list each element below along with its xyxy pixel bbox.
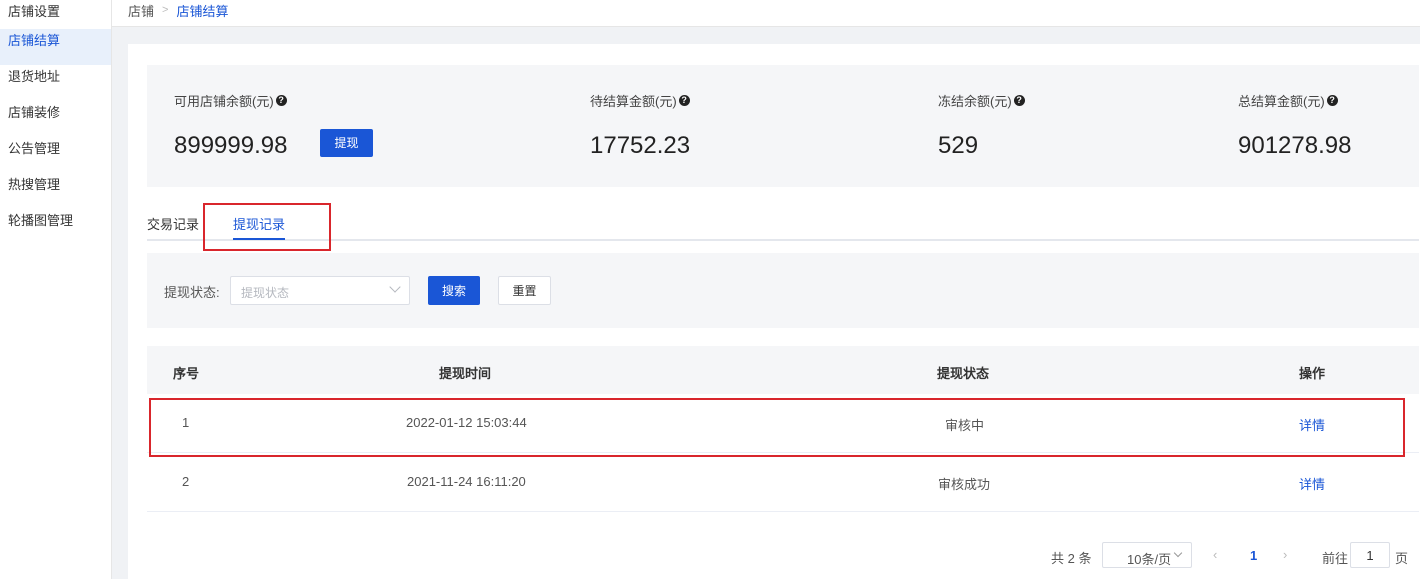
column-header-time: 提现时间 [439,366,492,381]
stat-available-value: 899999.98 [174,132,288,159]
tab-withdraw-records[interactable]: 提现记录 [233,214,285,233]
table-row: 1 2022-01-12 15:03:44 审核中 详情 [147,394,1419,453]
cell-status: 审核成功 [938,477,991,492]
stat-frozen-balance: 冻结余额(元) ? 529 [938,91,1025,160]
details-link[interactable]: 详情 [1299,474,1325,493]
filter-bar: 提现状态: 提现状态 搜索 重置 [147,253,1419,328]
stat-available-balance: 可用店铺余额(元) ? 899999.98 [174,91,287,160]
cell-index: 1 [182,415,190,430]
sidebar-item-store-settings[interactable]: 店铺设置 [0,0,111,29]
pagination-total: 共 2 条 [1051,551,1092,566]
prev-page-button[interactable]: ‹ [1213,547,1217,562]
stat-frozen-label: 冻结余额(元) [938,94,1012,109]
question-circle-icon[interactable]: ? [678,95,690,106]
status-select[interactable]: 提现状态 [230,276,410,305]
records-tabs: 交易记录 提现记录 [147,204,1419,241]
sidebar-item-carousel[interactable]: 轮播图管理 [0,209,111,245]
cell-time: 2022-01-12 15:03:44 [406,415,527,430]
cell-time: 2021-11-24 16:11:20 [407,474,526,489]
main-content: 可用店铺余额(元) ? 899999.98 提现 待结算金额(元) ? 1775… [128,44,1420,579]
active-tab-indicator [233,238,285,240]
question-circle-icon[interactable]: ? [1013,95,1025,106]
breadcrumb-separator: > [162,4,169,16]
page-size-select[interactable]: 10条/页 [1102,542,1192,568]
cell-status: 审核中 [945,418,985,433]
chevron-down-icon [389,281,401,293]
chevron-down-icon [1173,548,1183,558]
sidebar-item-store-decoration[interactable]: 店铺装修 [0,101,111,137]
sidebar-item-store-settlement[interactable]: 店铺结算 [0,29,111,65]
status-filter-label: 提现状态: [164,285,220,300]
stat-total-label: 总结算金额(元) [1238,94,1325,109]
sidebar: 店铺设置 店铺结算 退货地址 店铺装修 公告管理 热搜管理 轮播图管理 [0,0,112,579]
balance-summary: 可用店铺余额(元) ? 899999.98 提现 待结算金额(元) ? 1775… [147,65,1419,187]
cell-index: 2 [182,474,190,489]
pagination: 共 2 条 10条/页 ‹ 1 › 前往 页 [128,542,1420,568]
stat-pending-settlement: 待结算金额(元) ? 17752.23 [590,91,690,160]
column-header-status: 提现状态 [937,366,990,381]
sidebar-item-announcements[interactable]: 公告管理 [0,137,111,173]
top-bar [112,0,1420,27]
stat-total-settlement: 总结算金额(元) ? 901278.98 [1238,91,1351,160]
reset-button[interactable]: 重置 [498,276,551,305]
stat-pending-value: 17752.23 [590,132,691,159]
breadcrumb: 店铺 > 店铺结算 [128,0,228,20]
sidebar-item-hot-search[interactable]: 热搜管理 [0,173,111,209]
next-page-button[interactable]: › [1283,547,1287,562]
column-header-action: 操作 [1299,366,1326,381]
withdraw-records-table: 序号 提现时间 提现状态 操作 1 2022-01-12 15:03:44 审核… [147,346,1419,512]
tab-transaction-records[interactable]: 交易记录 [147,214,199,233]
page-size-value: 10条/页 [1127,552,1172,567]
stat-total-value: 901278.98 [1238,132,1352,159]
question-circle-icon[interactable]: ? [1326,95,1338,106]
goto-label: 前往 [1322,551,1349,566]
stat-frozen-value: 529 [938,132,979,159]
column-header-index: 序号 [173,366,200,381]
table-header: 序号 提现时间 提现状态 操作 [147,346,1419,394]
sidebar-item-return-address[interactable]: 退货地址 [0,65,111,101]
table-row: 2 2021-11-24 16:11:20 审核成功 详情 [147,453,1419,512]
page-number-current[interactable]: 1 [1250,548,1257,563]
withdraw-button[interactable]: 提现 [320,129,373,157]
question-circle-icon[interactable]: ? [275,95,287,106]
stat-pending-label: 待结算金额(元) [590,94,677,109]
details-link[interactable]: 详情 [1299,415,1325,434]
breadcrumb-root[interactable]: 店铺 [128,1,154,20]
stat-available-label: 可用店铺余额(元) [174,94,274,109]
search-button[interactable]: 搜索 [428,276,480,305]
status-select-placeholder: 提现状态 [241,286,290,300]
breadcrumb-current: 店铺结算 [176,3,229,19]
goto-suffix: 页 [1395,551,1409,566]
goto-page-input[interactable] [1350,542,1390,568]
